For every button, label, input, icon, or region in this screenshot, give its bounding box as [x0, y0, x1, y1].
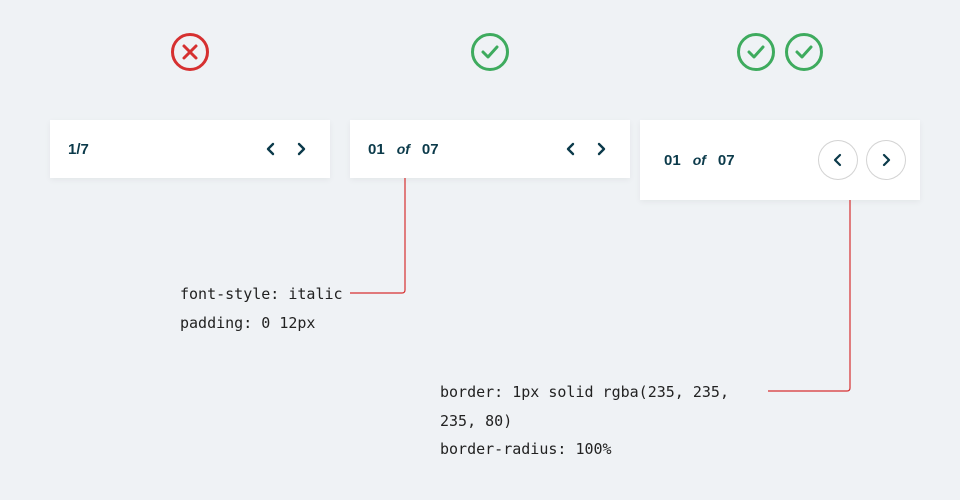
pagination-card: 1/7: [50, 120, 330, 178]
chevron-right-icon: [880, 153, 892, 167]
nav-group: [560, 138, 612, 160]
prev-button[interactable]: [818, 140, 858, 180]
variant-good-1: 01 of 07: [350, 30, 630, 178]
prev-button[interactable]: [260, 138, 282, 160]
page-separator: of: [681, 152, 718, 168]
cross-icon: [171, 33, 209, 71]
variant-bad: 1/7: [50, 30, 330, 178]
nav-group: [260, 138, 312, 160]
next-button[interactable]: [866, 140, 906, 180]
page-current: 01: [368, 141, 385, 158]
chevron-left-icon: [832, 153, 844, 167]
annotation-border: border: 1px solid rgba(235, 235, 235, 80…: [440, 378, 760, 464]
page-indicator: 01 of 07: [664, 152, 735, 169]
badge-row: [640, 30, 920, 74]
badge-row: [50, 30, 330, 74]
page-total: 07: [422, 141, 439, 158]
chevron-right-icon: [295, 142, 307, 156]
check-icon: [785, 33, 823, 71]
check-icon: [737, 33, 775, 71]
page-current: 01: [664, 152, 681, 169]
chevron-left-icon: [265, 142, 277, 156]
pagination-card: 01 of 07: [350, 120, 630, 178]
next-button[interactable]: [290, 138, 312, 160]
nav-group: [818, 140, 906, 180]
page-indicator: 01 of 07: [368, 141, 439, 158]
annotation-line: border: 1px solid rgba(235, 235, 235, 80…: [440, 378, 760, 435]
next-button[interactable]: [590, 138, 612, 160]
page-indicator: 1/7: [68, 141, 89, 158]
annotation-line: font-style: italic: [180, 280, 480, 309]
badge-row: [350, 30, 630, 74]
prev-button[interactable]: [560, 138, 582, 160]
page-separator: of: [385, 141, 422, 157]
chevron-left-icon: [565, 142, 577, 156]
annotation-line: border-radius: 100%: [440, 435, 760, 464]
page-total: 07: [718, 152, 735, 169]
pagination-card: 01 of 07: [640, 120, 920, 200]
annotation-italic: font-style: italic padding: 0 12px: [180, 280, 480, 337]
chevron-right-icon: [595, 142, 607, 156]
annotation-line: padding: 0 12px: [180, 309, 480, 338]
variant-good-2: 01 of 07: [640, 30, 920, 200]
check-icon: [471, 33, 509, 71]
